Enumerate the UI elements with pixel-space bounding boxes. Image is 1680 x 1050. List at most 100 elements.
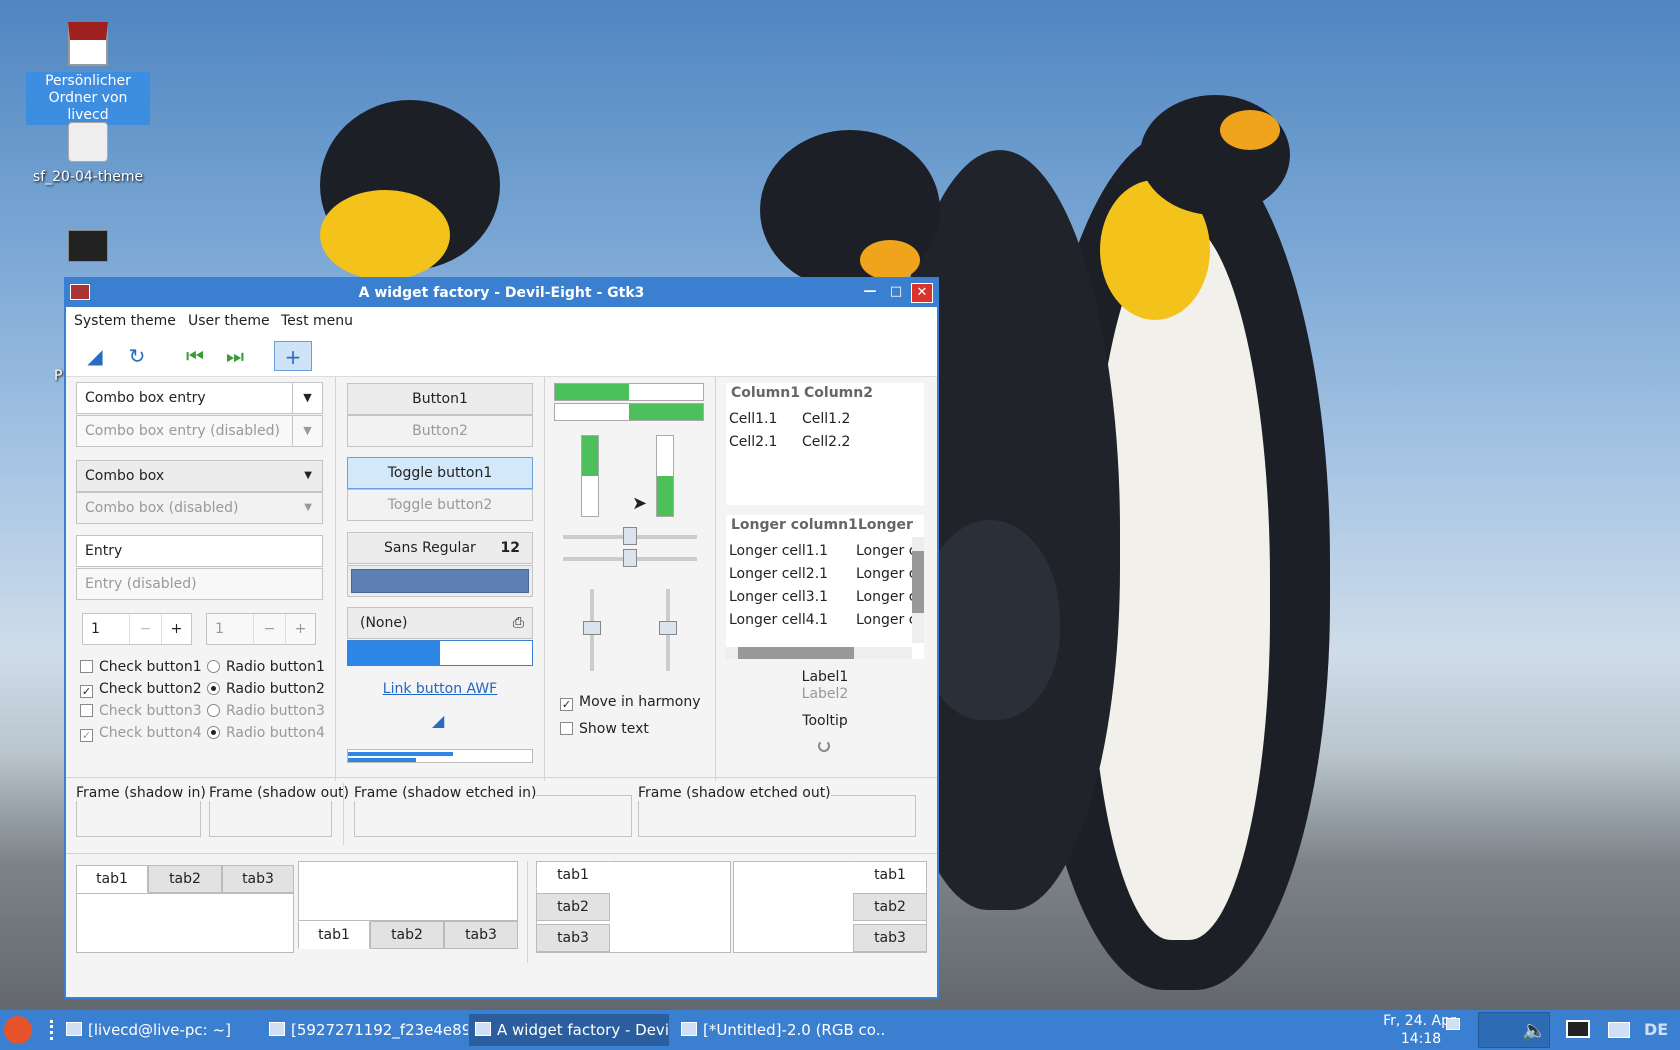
level-bar <box>347 749 533 763</box>
desktop-icon-home[interactable]: Persönlicher Ordner von livecd <box>26 22 150 125</box>
title-bar[interactable]: A widget factory - Devil-Eight - Gtk3 — … <box>66 279 937 307</box>
tab-3[interactable]: tab3 <box>853 924 927 952</box>
first-icon[interactable]: ⏮ <box>176 341 214 371</box>
last-icon[interactable]: ⏭ <box>216 341 254 371</box>
toggle-button-2: Toggle button2 <box>347 489 533 521</box>
radio-button-2[interactable]: Radio button2 <box>207 679 325 699</box>
column-header[interactable]: Column2 <box>804 385 873 401</box>
maximize-icon[interactable]: □ <box>885 283 907 303</box>
tree-cell[interactable]: Longer c <box>856 543 916 559</box>
horizontal-scrollbar[interactable] <box>726 647 912 659</box>
tab-2[interactable]: tab2 <box>148 865 222 893</box>
taskbar-handle-icon[interactable] <box>50 1020 54 1040</box>
show-text-check[interactable]: Show text <box>560 719 649 739</box>
add-icon[interactable]: + <box>274 341 312 371</box>
tab-3[interactable]: tab3 <box>536 924 610 952</box>
frame-label: Frame (shadow etched in) <box>354 785 537 801</box>
workspace-icon[interactable] <box>1446 1018 1460 1030</box>
minimize-icon[interactable]: — <box>859 283 881 303</box>
font-button[interactable]: Sans Regular 12 <box>347 532 533 564</box>
volume-muted-icon[interactable]: 🔈 <box>1522 1018 1547 1042</box>
check-button-1[interactable]: Check button1 <box>80 657 202 677</box>
network-icon[interactable] <box>1566 1020 1590 1038</box>
tree-cell[interactable]: Longer c <box>856 612 916 628</box>
tree-cell[interactable]: Cell1.1 <box>729 411 777 427</box>
tree-view-1[interactable]: Column1 Column2 Cell1.1 Cell1.2 Cell2.1 … <box>726 383 924 505</box>
entry-field[interactable]: Entry <box>76 535 323 567</box>
tab-1[interactable]: tab1 <box>536 861 610 889</box>
scale-handle[interactable] <box>659 621 677 635</box>
column-header[interactable]: Column1 <box>731 385 800 401</box>
tree-cell[interactable]: Cell2.2 <box>802 434 850 450</box>
checkbox-unchecked[interactable] <box>80 660 93 673</box>
file-chooser-button[interactable]: (None) ⎙ <box>347 607 533 639</box>
tab-2[interactable]: tab2 <box>370 921 444 949</box>
tab-1[interactable]: tab1 <box>853 861 927 889</box>
radio-button-1[interactable]: Radio button1 <box>207 657 325 677</box>
keyboard-layout[interactable]: DE <box>1644 1020 1668 1039</box>
clock-time: 14:18 <box>1400 1031 1442 1047</box>
tree-cell[interactable]: Cell1.2 <box>802 411 850 427</box>
tab-3[interactable]: tab3 <box>444 921 518 949</box>
checkbox-checked[interactable]: ✓ <box>80 685 93 698</box>
tree-cell[interactable]: Cell2.1 <box>729 434 777 450</box>
task-gimp[interactable]: [*Untitled]-2.0 (RGB co... <box>675 1014 885 1046</box>
tab-1[interactable]: tab1 <box>298 921 370 949</box>
chevron-down-icon[interactable]: ▼ <box>292 383 322 413</box>
combo-box-disabled: Combo box (disabled) ▼ <box>76 492 323 524</box>
separator <box>66 853 937 854</box>
scale-handle[interactable] <box>623 549 637 567</box>
deploy-icon[interactable]: ◢ <box>76 341 114 371</box>
task-widget-factory[interactable]: A widget factory - Devil... <box>469 1014 669 1046</box>
scale-handle[interactable] <box>623 527 637 545</box>
tree-cell[interactable]: Longer cell2.1 <box>729 566 828 582</box>
close-icon[interactable]: ✕ <box>911 283 933 303</box>
desktop-icon-terminal[interactable] <box>26 230 150 266</box>
scale-handle[interactable] <box>583 621 601 635</box>
checkbox-checked[interactable]: ✓ <box>560 698 573 711</box>
combo-box[interactable]: Combo box ▼ <box>76 460 323 492</box>
menu-system-theme[interactable]: System theme <box>74 313 176 329</box>
tree-cell[interactable]: Longer cell4.1 <box>729 612 828 628</box>
separator <box>544 377 545 781</box>
check-button-2[interactable]: ✓ Check button2 <box>80 679 202 699</box>
display-icon[interactable] <box>1608 1022 1630 1038</box>
tab-2[interactable]: tab2 <box>853 893 927 921</box>
tree-cell[interactable]: Longer cell3.1 <box>729 589 828 605</box>
tree-cell[interactable]: Longer cell1.1 <box>729 543 828 559</box>
start-menu-icon[interactable] <box>4 1016 32 1044</box>
desktop-icon-drive[interactable]: sf_20-04-theme <box>26 122 150 187</box>
spin-button[interactable]: 1 − + <box>82 613 192 645</box>
column-header[interactable]: Longer column1 <box>731 517 858 533</box>
radio-off[interactable] <box>207 660 220 673</box>
button-1[interactable]: Button1 <box>347 383 533 415</box>
task-image[interactable]: [5927271192_f23e4e89... <box>263 1014 468 1046</box>
window-menu-icon[interactable] <box>70 284 90 300</box>
tree-cell[interactable]: Longer c <box>856 566 916 582</box>
combo-box-entry[interactable]: Combo box entry ▼ <box>76 382 323 414</box>
menu-user-theme[interactable]: User theme <box>188 313 270 329</box>
minus-icon[interactable]: − <box>129 614 161 644</box>
radio-on[interactable] <box>207 682 220 695</box>
tree-cell[interactable]: Longer c <box>856 589 916 605</box>
menu-bar: System theme User theme Test menu <box>66 307 937 335</box>
menu-test-menu[interactable]: Test menu <box>281 313 353 329</box>
vertical-scrollbar[interactable] <box>912 537 924 643</box>
column-header[interactable]: Longer <box>858 517 913 533</box>
progress-bar-horizontal-2 <box>554 403 704 421</box>
link-button[interactable]: Link button AWF <box>347 681 533 697</box>
tab-1[interactable]: tab1 <box>76 865 148 893</box>
tab-3[interactable]: tab3 <box>222 865 294 893</box>
tree-view-2[interactable]: Longer column1 Longer Longer cell1.1 Lon… <box>726 515 924 659</box>
color-button[interactable] <box>347 565 533 597</box>
move-in-harmony-check[interactable]: ✓ Move in harmony <box>560 692 701 712</box>
checkbox-unchecked[interactable] <box>560 722 573 735</box>
tab-2[interactable]: tab2 <box>536 893 610 921</box>
refresh-icon[interactable]: ↻ <box>118 341 156 371</box>
plus-icon[interactable]: + <box>161 614 191 644</box>
check-button-3: Check button3 <box>80 701 202 721</box>
image-icon <box>269 1022 285 1036</box>
toggle-button-1[interactable]: Toggle button1 <box>347 457 533 489</box>
label-1: Label1 <box>801 669 849 685</box>
task-terminal[interactable]: [livecd@live-pc: ~] <box>60 1014 255 1046</box>
